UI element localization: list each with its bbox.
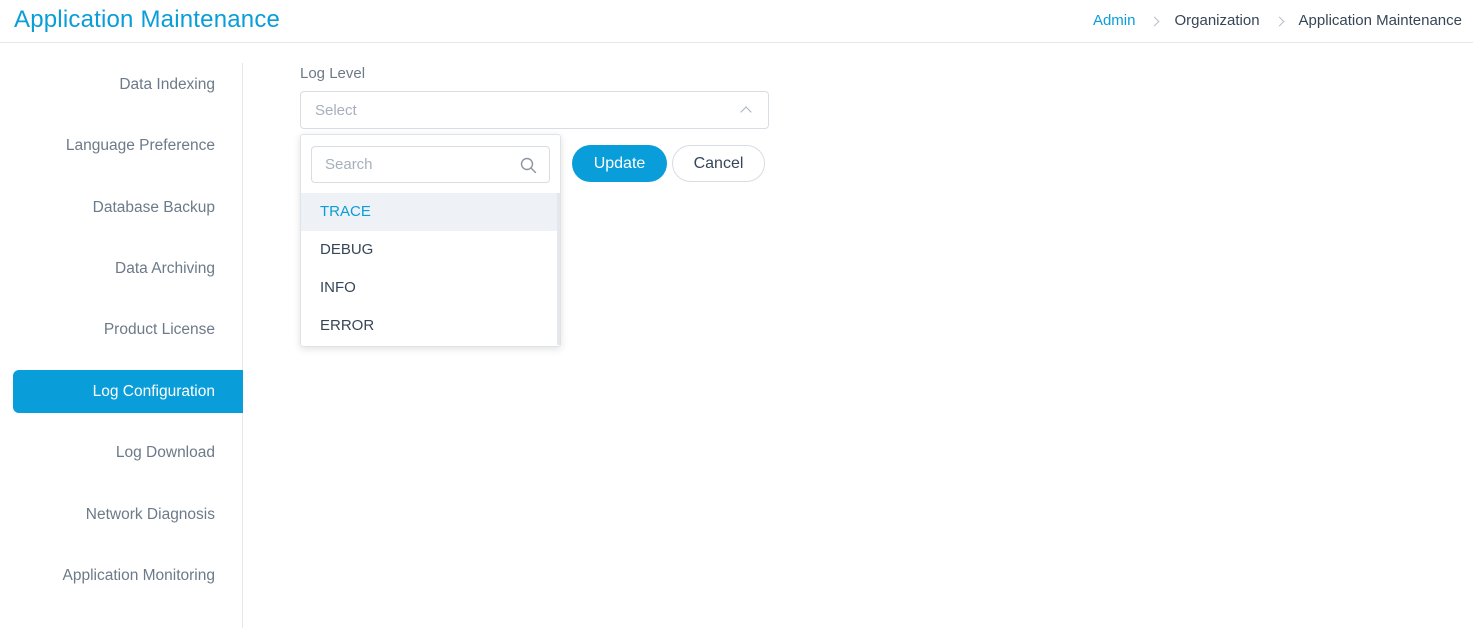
option-trace[interactable]: TRACE (301, 193, 558, 231)
sidebar-item-network-diagnosis[interactable]: Network Diagnosis (13, 493, 243, 536)
dropdown-search-input[interactable] (313, 148, 513, 181)
option-error[interactable]: ERROR (301, 307, 558, 345)
dropdown-scrollbar[interactable] (557, 193, 560, 345)
select-placeholder: Select (315, 102, 357, 119)
sidebar: Data Indexing Language Preference Databa… (0, 63, 243, 628)
sidebar-item-data-archiving[interactable]: Data Archiving (13, 247, 243, 290)
chevron-up-icon (740, 106, 752, 118)
page-title: Application Maintenance (14, 6, 281, 33)
page-header: Application Maintenance Admin Organizati… (0, 0, 1473, 43)
breadcrumb-current: Application Maintenance (1298, 12, 1462, 29)
option-debug[interactable]: DEBUG (301, 231, 558, 269)
sidebar-item-data-indexing[interactable]: Data Indexing (13, 63, 243, 106)
breadcrumb: Admin Organization Application Maintenan… (1093, 12, 1462, 29)
sidebar-item-database-backup[interactable]: Database Backup (13, 186, 243, 229)
option-info[interactable]: INFO (301, 269, 558, 307)
chevron-right-icon (1274, 16, 1284, 27)
log-level-label: Log Level (300, 65, 366, 82)
dropdown-search (311, 146, 550, 183)
log-level-dropdown: TRACE DEBUG INFO ERROR (300, 134, 561, 347)
sidebar-item-log-download[interactable]: Log Download (13, 431, 243, 474)
search-icon (520, 157, 537, 174)
log-level-select[interactable]: Select (300, 91, 769, 129)
sidebar-item-product-license[interactable]: Product License (13, 308, 243, 351)
breadcrumb-organization[interactable]: Organization (1174, 12, 1259, 29)
sidebar-item-language-preference[interactable]: Language Preference (13, 124, 243, 167)
chevron-right-icon (1150, 16, 1160, 27)
update-button[interactable]: Update (572, 145, 667, 182)
breadcrumb-admin[interactable]: Admin (1093, 12, 1136, 29)
sidebar-item-log-configuration[interactable]: Log Configuration (13, 370, 243, 413)
cancel-button[interactable]: Cancel (672, 145, 765, 182)
sidebar-item-application-monitoring[interactable]: Application Monitoring (13, 554, 243, 597)
